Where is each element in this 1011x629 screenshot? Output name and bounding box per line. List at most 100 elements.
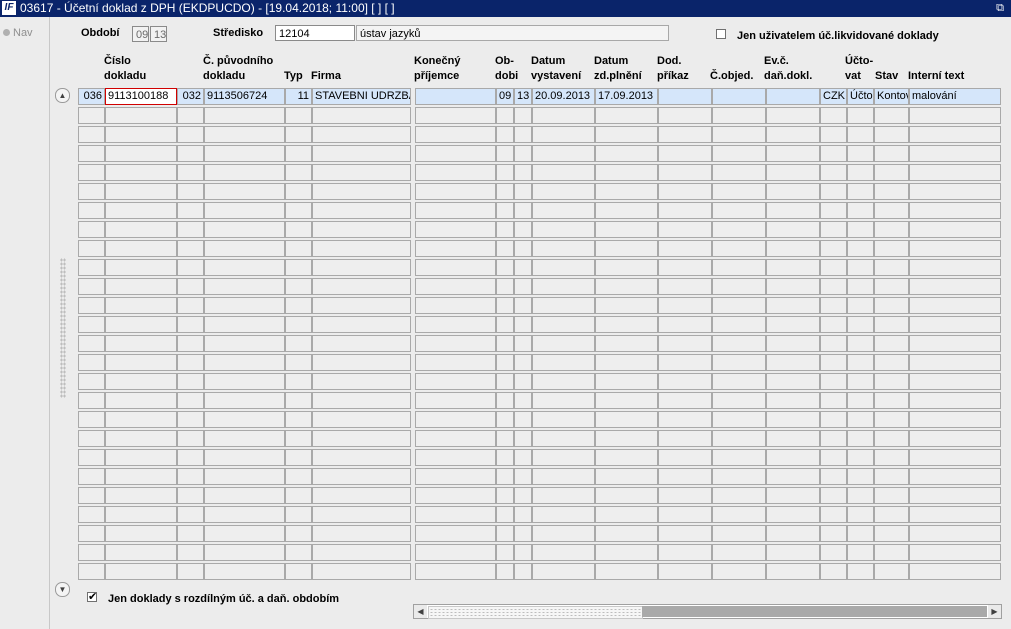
grid-cell[interactable]: [766, 107, 820, 124]
grid-cell[interactable]: [658, 563, 712, 580]
cell-obdobi-month[interactable]: 09: [496, 88, 514, 105]
grid-cell[interactable]: [874, 468, 909, 485]
grid-cell[interactable]: [312, 202, 411, 219]
grid-cell[interactable]: [909, 468, 1001, 485]
grid-cell[interactable]: [595, 202, 658, 219]
grid-cell[interactable]: [514, 240, 532, 257]
grid-cell[interactable]: [105, 354, 177, 371]
cell-stav[interactable]: Kontov: [874, 88, 909, 105]
grid-cell[interactable]: [415, 202, 496, 219]
grid-cell[interactable]: [766, 392, 820, 409]
grid-cell[interactable]: [874, 297, 909, 314]
grid-cell[interactable]: [514, 164, 532, 181]
grid-cell[interactable]: [766, 183, 820, 200]
grid-cell[interactable]: [532, 506, 595, 523]
grid-cell[interactable]: [820, 506, 847, 523]
grid-cell[interactable]: [712, 107, 766, 124]
grid-cell[interactable]: [820, 525, 847, 542]
grid-cell[interactable]: [514, 107, 532, 124]
grid-cell[interactable]: [532, 411, 595, 428]
cell-datum-vystaveni[interactable]: 20.09.2013: [532, 88, 595, 105]
grid-cell[interactable]: [204, 525, 285, 542]
grid-cell[interactable]: [177, 107, 204, 124]
grid-cell[interactable]: [496, 411, 514, 428]
grid-cell[interactable]: [415, 107, 496, 124]
grid-cell[interactable]: [658, 240, 712, 257]
grid-cell[interactable]: [820, 297, 847, 314]
grid-cell[interactable]: [658, 221, 712, 238]
grid-cell[interactable]: [105, 240, 177, 257]
grid-cell[interactable]: [204, 449, 285, 466]
grid-cell[interactable]: [312, 563, 411, 580]
grid-cell[interactable]: [105, 145, 177, 162]
grid-cell[interactable]: [909, 506, 1001, 523]
grid-cell[interactable]: [820, 145, 847, 162]
grid-cell[interactable]: [532, 240, 595, 257]
cell-dod-prikaz[interactable]: [658, 88, 712, 105]
grid-cell[interactable]: [847, 392, 874, 409]
grid-cell[interactable]: [105, 126, 177, 143]
grid-cell[interactable]: [909, 221, 1001, 238]
grid-cell[interactable]: [78, 278, 105, 295]
grid-cell[interactable]: [78, 373, 105, 390]
grid-cell[interactable]: [78, 259, 105, 276]
grid-cell[interactable]: [595, 411, 658, 428]
grid-cell[interactable]: [874, 392, 909, 409]
grid-cell[interactable]: [766, 278, 820, 295]
grid-cell[interactable]: [514, 449, 532, 466]
grid-cell[interactable]: [514, 335, 532, 352]
grid-cell[interactable]: [766, 506, 820, 523]
grid-cell[interactable]: [177, 506, 204, 523]
grid-cell[interactable]: [78, 145, 105, 162]
grid-cell[interactable]: [105, 335, 177, 352]
grid-cell[interactable]: [312, 544, 411, 561]
grid-cell[interactable]: [105, 221, 177, 238]
grid-cell[interactable]: [285, 221, 312, 238]
grid-cell[interactable]: [847, 202, 874, 219]
grid-cell[interactable]: [820, 183, 847, 200]
grid-cell[interactable]: [415, 373, 496, 390]
cell-datum-zd-plneni[interactable]: 17.09.2013: [595, 88, 658, 105]
grid-cell[interactable]: [514, 297, 532, 314]
grid-cell[interactable]: [874, 240, 909, 257]
grid-cell[interactable]: [415, 468, 496, 485]
grid-cell[interactable]: [204, 183, 285, 200]
grid-cell[interactable]: [285, 449, 312, 466]
grid-cell[interactable]: [532, 430, 595, 447]
grid-cell[interactable]: [105, 373, 177, 390]
grid-cell[interactable]: [312, 392, 411, 409]
grid-cell[interactable]: [532, 468, 595, 485]
grid-cell[interactable]: [78, 316, 105, 333]
grid-cell[interactable]: [105, 107, 177, 124]
grid-cell[interactable]: [658, 316, 712, 333]
grid-cell[interactable]: [285, 525, 312, 542]
grid-cell[interactable]: [532, 563, 595, 580]
rozdilne-obdobi-checkbox[interactable]: [87, 590, 97, 603]
grid-cell[interactable]: [595, 107, 658, 124]
grid-cell[interactable]: [766, 411, 820, 428]
grid-cell[interactable]: [105, 468, 177, 485]
grid-cell[interactable]: [78, 544, 105, 561]
grid-cell[interactable]: [532, 316, 595, 333]
grid-cell[interactable]: [415, 354, 496, 371]
grid-cell[interactable]: [78, 487, 105, 504]
grid-cell[interactable]: [766, 544, 820, 561]
grid-cell[interactable]: [312, 430, 411, 447]
grid-cell[interactable]: [847, 164, 874, 181]
cell-prefix[interactable]: 036: [78, 88, 105, 105]
grid-cell[interactable]: [285, 107, 312, 124]
grid-cell[interactable]: [820, 544, 847, 561]
grid-cell[interactable]: [766, 164, 820, 181]
grid-cell[interactable]: [105, 259, 177, 276]
grid-cell[interactable]: [514, 411, 532, 428]
grid-cell[interactable]: [285, 259, 312, 276]
grid-cell[interactable]: [658, 278, 712, 295]
grid-cell[interactable]: [177, 278, 204, 295]
grid-cell[interactable]: [658, 164, 712, 181]
grid-cell[interactable]: [909, 373, 1001, 390]
grid-cell[interactable]: [909, 145, 1001, 162]
grid-cell[interactable]: [415, 164, 496, 181]
grid-cell[interactable]: [204, 240, 285, 257]
grid-cell[interactable]: [909, 392, 1001, 409]
grid-cell[interactable]: [595, 316, 658, 333]
